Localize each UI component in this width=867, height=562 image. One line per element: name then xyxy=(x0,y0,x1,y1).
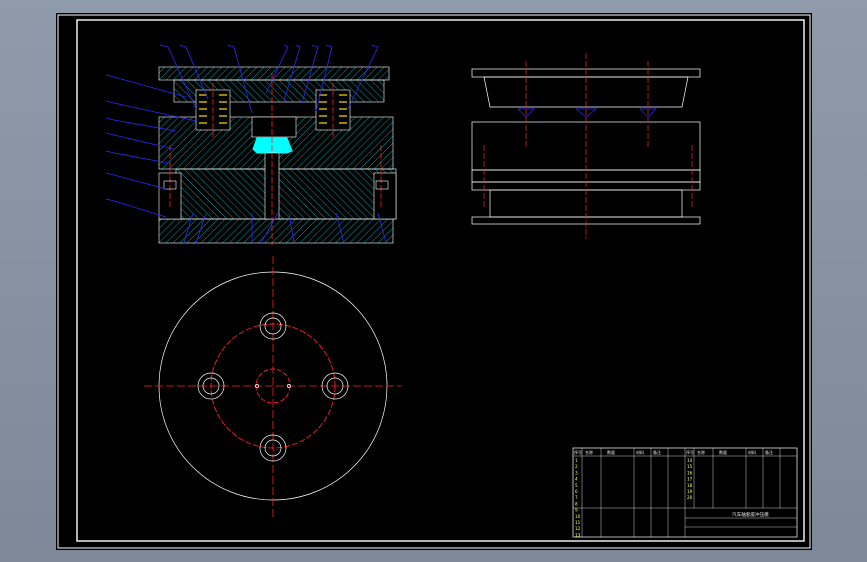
bom-row-number: 1 xyxy=(575,458,578,463)
bom-row-number: 8 xyxy=(575,501,578,506)
bom-header-cell: 名称 xyxy=(585,449,593,455)
bom-row-number: 9 xyxy=(575,508,578,513)
bom-row-number: 7 xyxy=(575,495,578,500)
bom-header-cell: 材料 xyxy=(636,449,644,455)
bom-row-number: 17 xyxy=(687,477,693,482)
bom-row-number: 15 xyxy=(687,464,693,469)
bom-header-cell: 数量 xyxy=(607,449,615,455)
bom-row-number: 13 xyxy=(575,532,581,537)
bom-row-number: 5 xyxy=(575,483,578,488)
die-side-view[interactable] xyxy=(471,53,701,239)
cad-drawing: 序号 名称 数量 材料 备注 序号 名称 数量 材料 备注 12345678910111213 … xyxy=(57,14,811,549)
bom-row-number: 2 xyxy=(575,464,578,469)
die-assembly-section[interactable] xyxy=(105,44,397,245)
bom-header-cell: 数量 xyxy=(719,449,727,455)
bom-header-cell: 名称 xyxy=(697,449,705,455)
bom-row-number: 19 xyxy=(687,489,693,494)
drawing-canvas[interactable]: 序号 名称 数量 材料 备注 序号 名称 数量 材料 备注 1 2 3 4 5 6 7 8 9 10 11 12 13 … xyxy=(56,13,812,550)
bom-row-number: 6 xyxy=(575,489,578,494)
bom-row-number: 14 xyxy=(687,458,693,463)
bom-header-cell: 备注 xyxy=(765,449,773,455)
bom-row-number: 20 xyxy=(687,495,693,500)
bottom-plate-plan[interactable] xyxy=(144,256,402,518)
bom-row-number: 16 xyxy=(687,470,693,475)
bom-header-cell: 序号 xyxy=(574,449,582,455)
bom-header-cell: 备注 xyxy=(653,449,661,455)
bom-row-number: 18 xyxy=(687,483,693,488)
bom-row-number: 10 xyxy=(575,514,581,519)
bom-row-number: 11 xyxy=(575,520,581,525)
outer-frame xyxy=(57,14,811,549)
bom-row-number: 3 xyxy=(575,470,578,475)
title-block-title: 汽车轴套座冲压模 xyxy=(732,511,769,518)
bom-header-cell: 材料 xyxy=(748,449,756,455)
bom-header-cell: 序号 xyxy=(686,449,694,455)
bom-row-number: 12 xyxy=(575,526,581,531)
bom-row-number: 4 xyxy=(575,477,578,482)
bill-of-materials: 序号 名称 数量 材料 备注 序号 名称 数量 材料 备注 12345678910111213 … xyxy=(572,447,798,537)
